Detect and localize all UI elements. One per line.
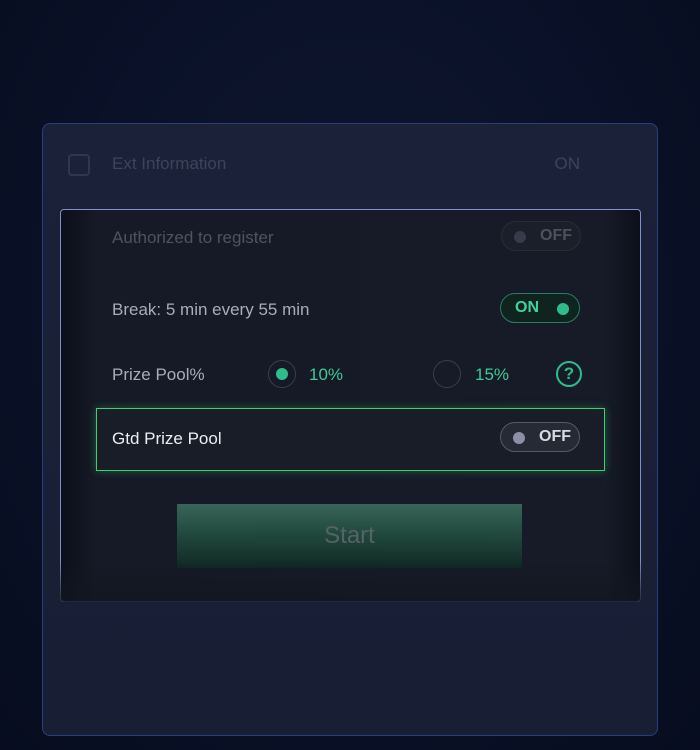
- start-button[interactable]: Start: [177, 504, 522, 568]
- prize-pool-label: Prize Pool%: [112, 365, 205, 384]
- toggle-state-label: OFF: [539, 428, 571, 445]
- authorized-to-register-toggle[interactable]: OFF: [501, 221, 581, 251]
- prize-pool-option-15-label[interactable]: 15%: [475, 365, 509, 385]
- gtd-prize-pool-row[interactable]: Gtd Prize Pool OFF: [96, 408, 605, 471]
- toggle-state-label: ON: [515, 299, 539, 316]
- background-right-text: ON: [554, 154, 581, 173]
- info-icon: [68, 154, 90, 176]
- prize-pool-option-10-radio[interactable]: [268, 360, 296, 388]
- help-icon[interactable]: ?: [556, 361, 582, 387]
- break-label: Break: 5 min every 55 min: [112, 300, 310, 319]
- gtd-prize-pool-toggle[interactable]: OFF: [500, 422, 580, 452]
- prize-pool-option-10-label[interactable]: 10%: [309, 365, 343, 385]
- toggle-state-label: OFF: [540, 227, 572, 244]
- authorized-to-register-label: Authorized to register: [112, 228, 274, 247]
- background-title: Ext Information: [112, 154, 227, 173]
- prize-pool-option-15-radio[interactable]: [433, 360, 461, 388]
- break-toggle[interactable]: ON: [500, 293, 580, 323]
- toggle-knob: [513, 432, 525, 444]
- toggle-knob: [514, 231, 526, 243]
- radio-selected-dot: [276, 368, 288, 380]
- background-header-row: Ext Information ON: [60, 140, 600, 192]
- gtd-prize-pool-label: Gtd Prize Pool: [112, 429, 222, 448]
- toggle-knob: [557, 303, 569, 315]
